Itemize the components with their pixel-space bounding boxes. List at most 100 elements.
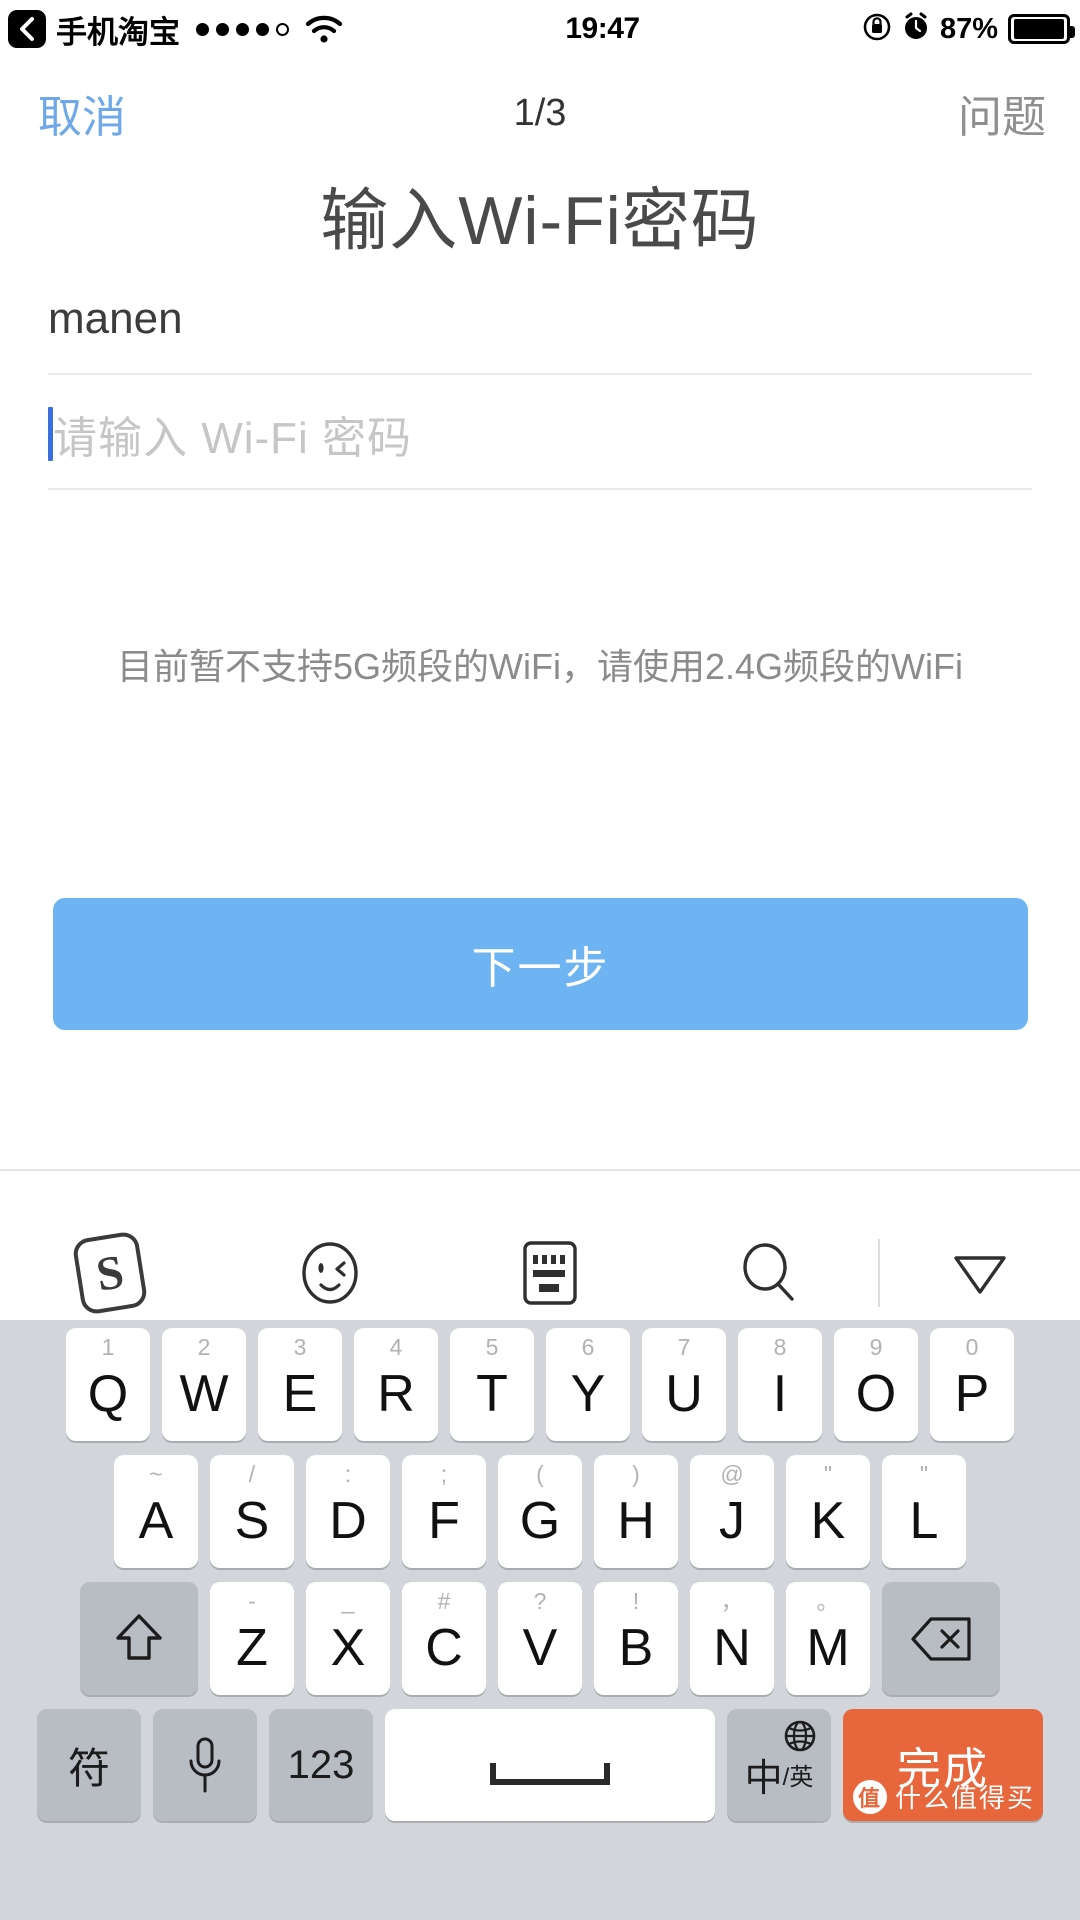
next-step-button[interactable]: 下一步 <box>53 898 1028 1030</box>
key-w[interactable]: 2W <box>162 1328 246 1441</box>
password-input-wrap[interactable]: 请输入 Wi-Fi 密码 <box>48 402 412 466</box>
status-bar-right: 87% <box>862 12 1080 47</box>
emoji-icon[interactable] <box>220 1225 440 1320</box>
key-p[interactable]: 0P <box>930 1328 1014 1441</box>
key-label: O <box>855 1364 897 1423</box>
key-d[interactable]: :D <box>306 1455 390 1568</box>
key-label: M <box>806 1618 850 1677</box>
status-bar-time: 19:47 <box>565 12 640 45</box>
wifi-icon <box>305 14 343 44</box>
key-a[interactable]: ~ A <box>114 1455 198 1568</box>
key-label: H <box>617 1491 655 1550</box>
key-sup: @ <box>720 1461 744 1487</box>
key-sup: 6 <box>581 1334 595 1360</box>
key-sup: 1 <box>101 1334 115 1360</box>
key-sup: 3 <box>293 1334 307 1360</box>
key-v[interactable]: ? V <box>498 1582 582 1695</box>
key-label: U <box>665 1364 703 1423</box>
page-indicator: 1/3 <box>513 91 567 134</box>
key-h[interactable]: ) H <box>594 1455 678 1568</box>
key-label: A <box>138 1491 174 1550</box>
key-o[interactable]: 9O <box>834 1328 918 1441</box>
key-g[interactable]: (G <box>498 1455 582 1568</box>
key-y[interactable]: 6Y <box>546 1328 630 1441</box>
key-n[interactable]: ， N <box>690 1582 774 1695</box>
watermark-text: 什么值得买 <box>894 1783 1035 1813</box>
key-k[interactable]: " K <box>786 1455 870 1568</box>
keyboard-icon[interactable] <box>440 1225 660 1320</box>
key-z[interactable]: -Z <box>210 1582 294 1695</box>
cancel-button[interactable]: 取消 <box>38 81 126 145</box>
battery-percent: 87% <box>939 12 998 45</box>
sogou-logo-letter: S <box>71 1229 149 1316</box>
key-m[interactable]: 。 M <box>786 1582 870 1695</box>
key-label: X <box>330 1618 366 1677</box>
back-chevron-icon[interactable] <box>8 10 46 48</box>
key-j[interactable]: @ J <box>690 1455 774 1568</box>
watermark: 值 什么值得买 <box>852 1778 1035 1815</box>
key-sup: ) <box>632 1461 640 1487</box>
keyboard-toolbar: S <box>0 1225 1080 1320</box>
lang-sub: /英 <box>782 1763 814 1791</box>
status-bar-app-name: 手机淘宝 <box>56 14 180 50</box>
key-label: L <box>909 1491 939 1550</box>
lang-label: 中/英 <box>727 1709 831 1821</box>
ssid-value: manen <box>48 294 183 343</box>
key-sup: : <box>344 1461 352 1487</box>
symbols-key[interactable]: 符 <box>37 1709 141 1821</box>
search-icon[interactable] <box>660 1225 880 1320</box>
key-label: E <box>282 1364 318 1423</box>
shift-icon[interactable] <box>80 1582 198 1695</box>
key-i[interactable]: 8I <box>738 1328 822 1441</box>
keyboard-row-1: 1Q 2W 3E 4R 5T 6Y 7U 8I 9O 0P <box>0 1328 1080 1441</box>
key-sup: - <box>248 1588 256 1614</box>
key-r[interactable]: 4R <box>354 1328 438 1441</box>
key-t[interactable]: 5T <box>450 1328 534 1441</box>
key-label: N <box>713 1618 751 1677</box>
key-sup: ? <box>533 1588 547 1614</box>
key-f[interactable]: ; F <box>402 1455 486 1568</box>
ssid-field[interactable]: manen <box>48 265 1032 375</box>
sogou-logo-icon[interactable]: S <box>0 1225 220 1320</box>
question-button[interactable]: 问题 <box>958 81 1046 145</box>
key-label: R <box>377 1364 415 1423</box>
key-sup: 9 <box>869 1334 883 1360</box>
keyboard: S 1 Q 2 W 3 E 4 R 5 T 6 Y 7 U 8 I 9 O 0 … <box>0 1225 1080 1920</box>
password-placeholder: 请输入 Wi-Fi 密码 <box>53 414 413 463</box>
key-label: J <box>719 1491 745 1550</box>
band-hint-text: 目前暂不支持5G频段的WiFi，请使用2.4G频段的WiFi <box>116 646 963 687</box>
key-sup: ~ <box>149 1461 163 1487</box>
key-b[interactable]: ! B <box>594 1582 678 1695</box>
backspace-icon[interactable] <box>882 1582 1000 1695</box>
rotation-lock-icon <box>862 12 892 47</box>
done-key[interactable]: 完成 值 什么值得买 <box>843 1709 1043 1821</box>
password-field[interactable]: 请输入 Wi-Fi 密码 <box>48 380 1032 490</box>
key-e[interactable]: 3E <box>258 1328 342 1441</box>
key-sup: 0 <box>965 1334 979 1360</box>
space-key[interactable] <box>385 1709 715 1821</box>
key-sup: 。 <box>816 1588 840 1614</box>
status-bar-left: 手机淘宝 <box>0 7 343 52</box>
key-sup: 7 <box>677 1334 691 1360</box>
phone-screen: 手机淘宝 19:47 87% 取消 1/3 问题 输入Wi-Fi密码 manen… <box>0 0 1080 1920</box>
key-sup: # <box>437 1588 451 1614</box>
key-label: K <box>810 1491 846 1550</box>
key-x[interactable]: _ X <box>306 1582 390 1695</box>
language-switch-key[interactable]: 中/英 <box>727 1709 831 1821</box>
numbers-key[interactable]: 123 <box>269 1709 373 1821</box>
collapse-keyboard-icon[interactable] <box>880 1225 1080 1320</box>
key-l[interactable]: " L <box>882 1455 966 1568</box>
key-label: C <box>425 1618 463 1677</box>
keyboard-row-2: ~ A / S :D ; F (G ) H @ J " K " L <box>0 1455 1080 1568</box>
key-label: I <box>772 1364 788 1423</box>
key-u[interactable]: 7U <box>642 1328 726 1441</box>
key-sup: ! <box>632 1588 640 1614</box>
mic-icon[interactable] <box>153 1709 257 1821</box>
key-label: B <box>618 1618 654 1677</box>
key-q[interactable]: 1Q <box>66 1328 150 1441</box>
key-label: S <box>234 1491 270 1550</box>
key-c[interactable]: # C <box>402 1582 486 1695</box>
key-s[interactable]: / S <box>210 1455 294 1568</box>
keyboard-row-4: 符 123 中 /英 完成 值 什么值得买 <box>0 1709 1080 1821</box>
key-sup: _ <box>341 1588 355 1614</box>
